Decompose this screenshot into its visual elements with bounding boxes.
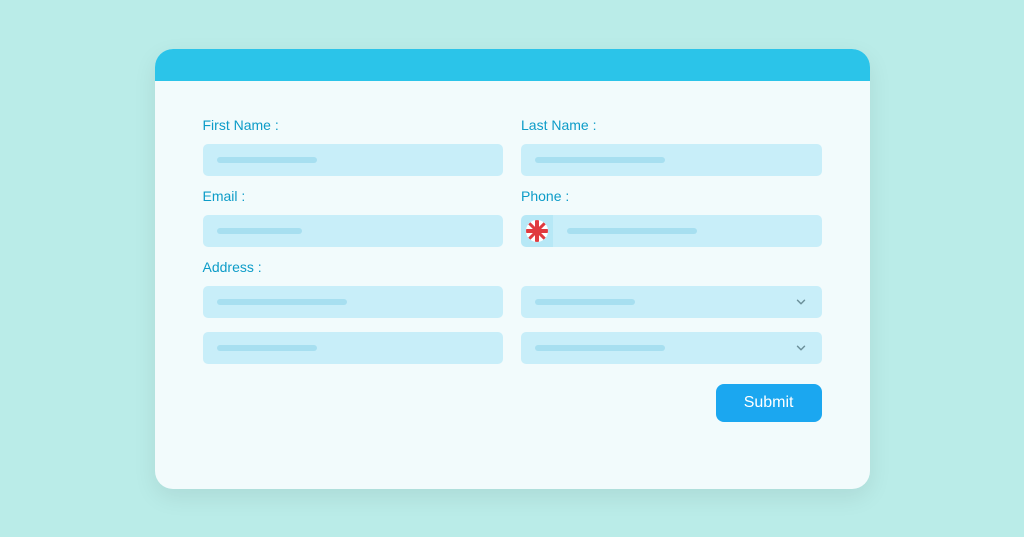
first-name-label: First Name :: [203, 117, 504, 134]
chevron-down-icon: [794, 295, 808, 309]
chevron-down-icon: [794, 341, 808, 355]
placeholder-bar: [535, 157, 665, 163]
form-window: First Name : Last Name : Email : Pho: [155, 49, 870, 489]
address-line2-input[interactable]: [203, 332, 504, 364]
email-label: Email :: [203, 188, 504, 205]
last-name-label: Last Name :: [521, 117, 822, 134]
placeholder-bar: [217, 299, 347, 305]
window-titlebar: [155, 49, 870, 81]
uk-flag-icon: [526, 220, 548, 242]
submit-button[interactable]: Submit: [716, 384, 822, 422]
placeholder-bar: [217, 345, 317, 351]
placeholder-bar: [567, 228, 697, 234]
address-select-2[interactable]: [521, 332, 822, 364]
address-line1-input[interactable]: [203, 286, 504, 318]
email-input[interactable]: [203, 215, 504, 247]
placeholder-bar: [535, 345, 665, 351]
placeholder-bar: [535, 299, 635, 305]
phone-label: Phone :: [521, 188, 822, 205]
phone-country-selector[interactable]: [521, 215, 553, 247]
address-select-1[interactable]: [521, 286, 822, 318]
form-body: First Name : Last Name : Email : Pho: [155, 81, 870, 450]
phone-number-input[interactable]: [553, 215, 822, 247]
address-label: Address :: [203, 259, 504, 276]
placeholder-bar: [217, 228, 302, 234]
placeholder-bar: [217, 157, 317, 163]
phone-input-group: [521, 215, 822, 247]
last-name-input[interactable]: [521, 144, 822, 176]
first-name-input[interactable]: [203, 144, 504, 176]
